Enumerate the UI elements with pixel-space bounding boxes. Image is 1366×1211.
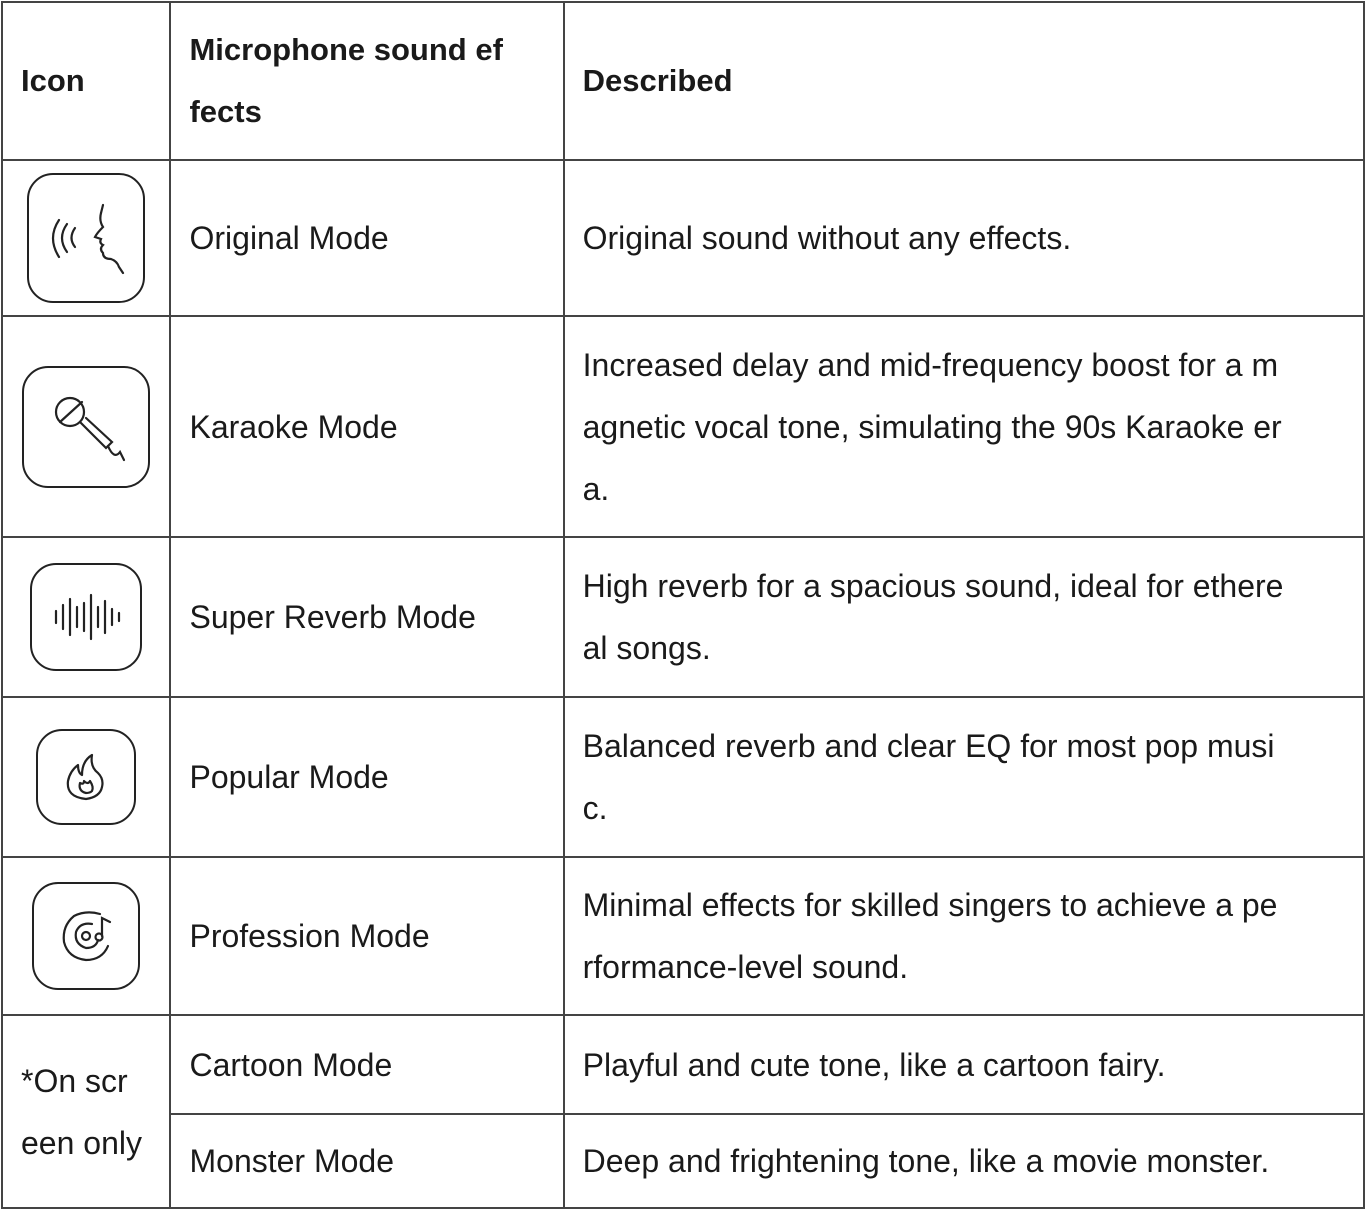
table-row: *On scr een only Cartoon Mode Playful an… — [0, 1014, 1366, 1209]
sound-wave-icon — [30, 563, 143, 671]
description-line: Original sound without any effects. — [582, 220, 1072, 256]
description-line: agnetic vocal tone, simulating the 90s K… — [582, 408, 1282, 445]
header-described: Described — [562, 1, 1366, 161]
table-row: Profession Mode Minimal effects for skil… — [0, 856, 1366, 1016]
note-line: *On scr — [21, 1062, 128, 1099]
mode-name: Profession Mode — [169, 856, 565, 1016]
icon-cell — [0, 315, 172, 538]
mode-description: Original sound without any effects. — [562, 159, 1366, 317]
voice-waves-icon — [27, 173, 146, 303]
description-line: Minimal effects for skilled singers to a… — [582, 887, 1278, 923]
description-line: a. — [582, 470, 610, 507]
header-effect-line2: fects — [189, 94, 262, 129]
description-line: al songs. — [582, 630, 711, 666]
table-row: Karaoke Mode Increased delay and mid-fre… — [0, 315, 1366, 538]
mode-name: Karaoke Mode — [169, 315, 565, 538]
screen-only-note: *On scr een only — [0, 1014, 172, 1209]
table-row: Super Reverb Mode High reverb for a spac… — [0, 536, 1366, 698]
header-row: Icon Microphone sound ef fects Described — [0, 1, 1366, 161]
mode-name: Original Mode — [169, 159, 565, 317]
icon-cell — [0, 159, 172, 317]
header-effect-line1: Microphone sound ef — [189, 32, 503, 67]
table-row: Original Mode Original sound without any… — [0, 159, 1366, 317]
table-row: Popular Mode Balanced reverb and clear E… — [0, 696, 1366, 858]
mode-description: Minimal effects for skilled singers to a… — [562, 856, 1366, 1016]
mode-name: Cartoon Mode — [169, 1014, 565, 1115]
description-line: High reverb for a spacious sound, ideal … — [582, 568, 1284, 604]
icon-cell — [0, 536, 172, 698]
mode-name: Popular Mode — [169, 696, 565, 858]
sound-effects-table: Icon Microphone sound ef fects Described … — [0, 1, 1366, 1209]
mode-description: Playful and cute tone, like a cartoon fa… — [562, 1014, 1366, 1115]
description-line: c. — [582, 790, 608, 826]
microphone-icon — [22, 365, 151, 488]
note-line: een only — [21, 1124, 142, 1161]
icon-cell — [0, 696, 172, 858]
flame-icon — [36, 729, 137, 825]
description-line: Balanced reverb and clear EQ for most po… — [582, 728, 1275, 764]
mode-description: Increased delay and mid-frequency boost … — [562, 315, 1366, 538]
mode-name: Monster Mode — [169, 1113, 565, 1209]
description-line: Increased delay and mid-frequency boost … — [582, 346, 1279, 383]
mode-description: Deep and frightening tone, like a movie … — [562, 1113, 1366, 1209]
mode-description: Balanced reverb and clear EQ for most po… — [562, 696, 1366, 858]
icon-cell — [0, 856, 172, 1016]
description-line: rformance-level sound. — [582, 949, 909, 985]
mode-description: High reverb for a spacious sound, ideal … — [562, 536, 1366, 698]
table-row: Monster Mode Deep and frightening tone, … — [2, 1113, 1366, 1209]
header-icon: Icon — [0, 1, 172, 161]
mode-name: Super Reverb Mode — [169, 536, 565, 698]
header-effect: Microphone sound ef fects — [169, 1, 565, 161]
music-disc-icon — [32, 882, 141, 990]
